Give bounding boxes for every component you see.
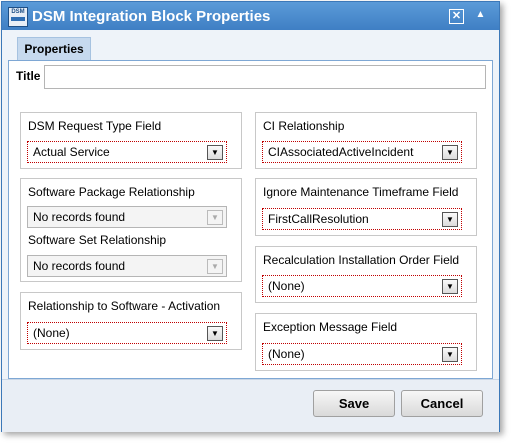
chevron-down-icon[interactable]: ▼ <box>442 279 458 294</box>
exception-message-value: (None) <box>268 347 305 361</box>
ci-relationship-select[interactable]: CIAssociatedActiveIncident ▼ <box>262 141 462 163</box>
ci-relationship-group: CI Relationship CIAssociatedActiveIncide… <box>255 112 477 169</box>
chevron-down-icon[interactable]: ▼ <box>207 326 223 341</box>
save-button[interactable]: Save <box>313 390 395 417</box>
chevron-down-icon: ▼ <box>207 259 223 274</box>
close-icon[interactable]: ✕ <box>449 9 464 24</box>
chevron-down-icon[interactable]: ▼ <box>207 145 223 160</box>
collapse-icon[interactable]: ▲ <box>474 9 487 22</box>
app-icon-text: DSM <box>11 9 25 15</box>
request-type-select[interactable]: Actual Service ▼ <box>27 141 227 163</box>
activation-label: Relationship to Software - Activation <box>28 299 221 313</box>
title-label: Title <box>16 69 41 83</box>
dialog-window: DSM DSM Integration Block Properties ✕ ▲… <box>1 1 500 432</box>
ignore-maintenance-value: FirstCallResolution <box>268 212 369 226</box>
exception-message-select[interactable]: (None) ▼ <box>262 343 462 365</box>
request-type-label: DSM Request Type Field <box>28 119 162 133</box>
dialog-footer: Save Cancel <box>2 379 499 432</box>
software-package-value: No records found <box>33 210 126 224</box>
software-package-select: No records found ▼ <box>27 206 227 228</box>
chevron-down-icon[interactable]: ▼ <box>442 347 458 362</box>
ci-relationship-label: CI Relationship <box>263 119 345 133</box>
cancel-button[interactable]: Cancel <box>401 390 483 417</box>
exception-message-group: Exception Message Field (None) ▼ <box>255 313 477 371</box>
request-type-group: DSM Request Type Field Actual Service ▼ <box>20 112 242 169</box>
ignore-maintenance-select[interactable]: FirstCallResolution ▼ <box>262 208 462 230</box>
recalculation-select[interactable]: (None) ▼ <box>262 275 462 297</box>
chevron-down-icon[interactable]: ▼ <box>442 212 458 227</box>
tab-properties[interactable]: Properties <box>17 37 91 61</box>
dsm-app-icon: DSM <box>8 7 28 27</box>
software-set-label: Software Set Relationship <box>28 233 167 247</box>
ignore-maintenance-label: Ignore Maintenance Timeframe Field <box>263 185 459 199</box>
properties-panel: Title DSM Request Type Field Actual Serv… <box>8 60 493 379</box>
dialog-title: DSM Integration Block Properties <box>32 8 271 25</box>
recalculation-value: (None) <box>268 279 305 293</box>
recalculation-label: Recalculation Installation Order Field <box>263 253 460 267</box>
chevron-down-icon[interactable]: ▼ <box>442 145 458 160</box>
request-type-value: Actual Service <box>33 145 110 159</box>
activation-value: (None) <box>33 326 70 340</box>
chevron-down-icon: ▼ <box>207 210 223 225</box>
software-package-label: Software Package Relationship <box>28 185 195 199</box>
recalculation-group: Recalculation Installation Order Field (… <box>255 246 477 303</box>
software-relationship-group: Software Package Relationship No records… <box>20 178 242 282</box>
ci-relationship-value: CIAssociatedActiveIncident <box>268 145 414 159</box>
ignore-maintenance-group: Ignore Maintenance Timeframe Field First… <box>255 178 477 236</box>
activation-group: Relationship to Software - Activation (N… <box>20 292 242 350</box>
software-set-value: No records found <box>33 259 126 273</box>
title-bar[interactable]: DSM DSM Integration Block Properties ✕ ▲ <box>2 2 499 30</box>
title-input[interactable] <box>44 65 486 89</box>
app-icon-bar <box>11 17 25 21</box>
activation-select[interactable]: (None) ▼ <box>27 322 227 344</box>
exception-message-label: Exception Message Field <box>263 320 398 334</box>
software-set-select: No records found ▼ <box>27 255 227 277</box>
